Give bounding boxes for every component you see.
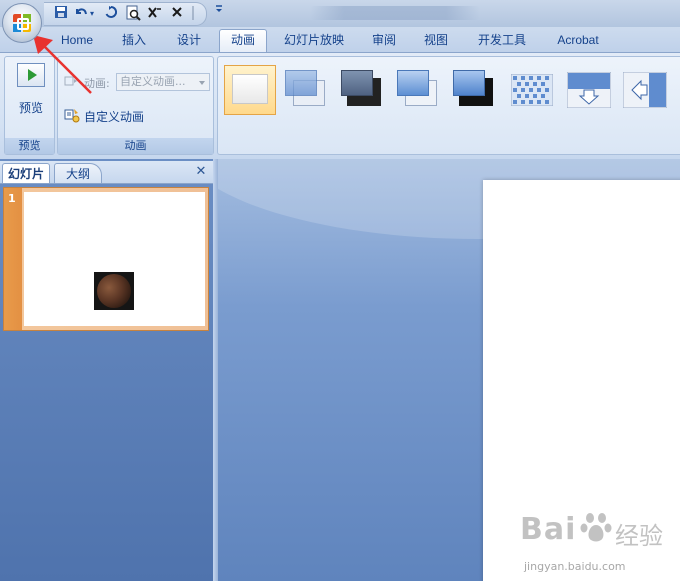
quick-access-toolbar: ▾ xyxy=(44,2,207,26)
close-icon[interactable]: ✕ xyxy=(193,164,209,180)
close-icon[interactable] xyxy=(168,5,186,23)
transition-fade-black-thumb[interactable] xyxy=(336,65,388,115)
tab-design[interactable]: 设计 xyxy=(167,30,211,51)
slide-thumbnail xyxy=(24,192,205,326)
watermark-brand-suffix: 经验 xyxy=(615,522,663,550)
separator-icon xyxy=(188,5,198,23)
animation-select-value: 自定义动画... xyxy=(120,75,186,88)
transition-fade-thumb[interactable] xyxy=(280,65,332,115)
transition-dissolve-thumb[interactable] xyxy=(506,65,558,115)
redo-icon[interactable] xyxy=(102,5,120,23)
tab-slideshow[interactable]: 幻灯片放映 xyxy=(275,30,353,51)
preview-button[interactable]: 预览 xyxy=(9,59,53,119)
panel-tab-bar: 幻灯片 大纲 ✕ xyxy=(0,161,213,184)
animation-select[interactable]: 自定义动画... xyxy=(116,73,210,91)
tab-review[interactable]: 审阅 xyxy=(362,30,406,51)
animation-group-label: 动画 xyxy=(58,138,213,154)
tab-developer[interactable]: 开发工具 xyxy=(467,30,537,51)
ribbon: 预览 预览 动画: 自定义动画... 自定义动画 动画 xyxy=(0,52,680,160)
slide-thumbnail-item[interactable]: 1 xyxy=(3,187,209,331)
preview-group: 预览 预览 xyxy=(4,56,55,155)
transition-cut-black-thumb[interactable] xyxy=(448,65,500,115)
transition-wipe-down-thumb[interactable] xyxy=(562,65,614,115)
preview-group-label: 预览 xyxy=(5,138,54,154)
window-title-blur xyxy=(310,6,480,20)
undo-dropdown-icon[interactable]: ▾ xyxy=(88,5,96,23)
slide-number: 1 xyxy=(8,192,16,205)
custom-animation-icon xyxy=(64,107,80,123)
customize-icon[interactable] xyxy=(210,3,228,21)
tab-view[interactable]: 视图 xyxy=(414,30,458,51)
animation-icon xyxy=(64,75,78,87)
animation-label: 动画: xyxy=(84,77,110,90)
office-button[interactable] xyxy=(2,3,42,43)
title-bar: ▾ xyxy=(0,0,680,27)
tab-outline[interactable]: 大纲 xyxy=(54,163,102,183)
tab-animations[interactable]: 动画 xyxy=(219,29,267,53)
ribbon-tab-bar: Home 插入 设计 动画 幻灯片放映 审阅 视图 开发工具 Acrobat xyxy=(0,27,680,53)
moon-image xyxy=(94,272,134,310)
watermark-url: jingyan.baidu.com xyxy=(524,560,626,573)
animation-group: 动画: 自定义动画... 自定义动画 动画 xyxy=(57,56,214,155)
paw-icon xyxy=(580,513,612,542)
transition-group xyxy=(217,56,680,155)
custom-animation-label: 自定义动画 xyxy=(84,110,145,124)
watermark-brand: Bai xyxy=(520,512,577,547)
transition-none-thumb[interactable] xyxy=(224,65,276,115)
tab-home[interactable]: Home xyxy=(54,30,100,51)
spelling-icon[interactable] xyxy=(146,5,164,23)
print-preview-icon[interactable] xyxy=(124,5,142,23)
chevron-down-icon xyxy=(199,81,205,85)
preview-button-label: 预览 xyxy=(18,101,43,115)
transition-wipe-left-thumb[interactable] xyxy=(618,65,670,115)
tab-insert[interactable]: 插入 xyxy=(112,30,156,51)
baidu-watermark-logo: Bai 经验 jingyan.baidu.com xyxy=(520,508,675,578)
preview-icon xyxy=(17,63,45,87)
tab-slides[interactable]: 幻灯片 xyxy=(2,163,50,183)
save-icon[interactable] xyxy=(52,5,70,23)
slides-panel: 幻灯片 大纲 ✕ 1 xyxy=(0,159,213,581)
transition-cut-thumb[interactable] xyxy=(392,65,444,115)
tab-acrobat[interactable]: Acrobat xyxy=(546,30,610,51)
office-logo-icon xyxy=(13,14,33,34)
